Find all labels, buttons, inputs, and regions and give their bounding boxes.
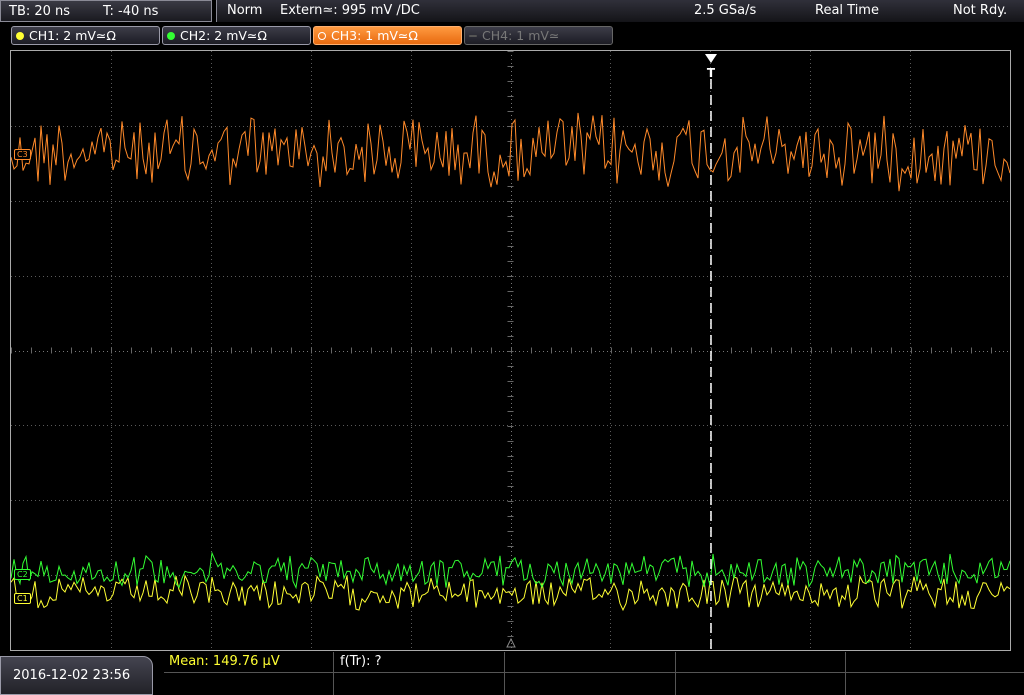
trigger-position-arrow-icon[interactable] (705, 54, 717, 63)
channel-1-label: CH1: 2 mV≃Ω (29, 28, 116, 43)
measurement-cell (334, 673, 505, 695)
measurement-cell (676, 652, 846, 673)
mean-measurement: Mean: 149.76 µV (169, 654, 280, 669)
datetime-box[interactable]: 2016-12-02 23:56 (0, 656, 153, 695)
waveform-display[interactable]: T C3 C2 C1 (10, 50, 1011, 651)
measurement-cell (846, 673, 1024, 695)
channel-3-button[interactable]: CH3: 1 mV≃Ω (313, 26, 462, 45)
frequency-measurement: f(Tr): ? (340, 654, 382, 669)
trigger-mode-label: Norm (227, 3, 263, 18)
channel-1-button[interactable]: CH1: 2 mV≃Ω (11, 26, 160, 45)
channel-2-ground-marker[interactable]: C2 (14, 569, 31, 580)
trigger-marker-label: T (707, 66, 716, 80)
measurement-cell (846, 652, 1024, 673)
top-status-bar: TB: 20 ns T: -40 ns Norm Extern≃: 995 mV… (0, 0, 1024, 24)
bottom-bar: 2016-12-02 23:56 Mean: 149.76 µV f(Tr): … (0, 652, 1024, 695)
sample-rate-label: 2.5 GSa/s (694, 3, 757, 18)
trigger-source-label: Extern≃: 995 mV ∕DC (280, 3, 420, 18)
channel-3-trace (11, 112, 1010, 192)
channel-2-label: CH2: 2 mV≃Ω (180, 28, 267, 43)
realtime-label: Real Time (815, 3, 879, 18)
measurement-cell (505, 652, 676, 673)
channel-bar: CH1: 2 mV≃Ω CH2: 2 mV≃Ω CH3: 1 mV≃Ω CH4:… (0, 26, 1024, 48)
datetime-label: 2016-12-02 23:56 (13, 668, 131, 683)
measurement-panel[interactable]: Mean: 149.76 µV f(Tr): ? (164, 652, 1024, 695)
measurement-cell (164, 673, 334, 695)
channel-4-button[interactable]: CH4: 1 mV≃ (464, 26, 613, 45)
timebase-box[interactable]: TB: 20 ns T: -40 ns (0, 0, 212, 22)
acquisition-bar[interactable]: Norm Extern≃: 995 mV ∕DC 2.5 GSa/s Real … (216, 0, 1024, 22)
status-label: Not Rdy. (953, 3, 1008, 18)
channel-4-label: CH4: 1 mV≃ (482, 28, 560, 43)
trigger-time-label: T: -40 ns (103, 4, 159, 19)
channel-1-trace (11, 574, 1010, 612)
channel-2-button[interactable]: CH2: 2 mV≃Ω (162, 26, 311, 45)
waveform-canvas: T (11, 51, 1010, 650)
channel-3-label: CH3: 1 mV≃Ω (331, 28, 418, 43)
measurement-cell (676, 673, 846, 695)
channel-2-trace (11, 551, 1010, 590)
channel-2-dot-icon (167, 32, 175, 40)
channel-1-dot-icon (16, 32, 24, 40)
measurement-cell (505, 673, 676, 695)
channel-3-ground-marker[interactable]: C3 (14, 149, 31, 160)
channel-4-dash-icon (469, 35, 477, 37)
channel-3-dot-icon (318, 32, 326, 40)
channel-1-ground-marker[interactable]: C1 (14, 593, 31, 604)
timebase-label: TB: 20 ns (9, 4, 71, 19)
